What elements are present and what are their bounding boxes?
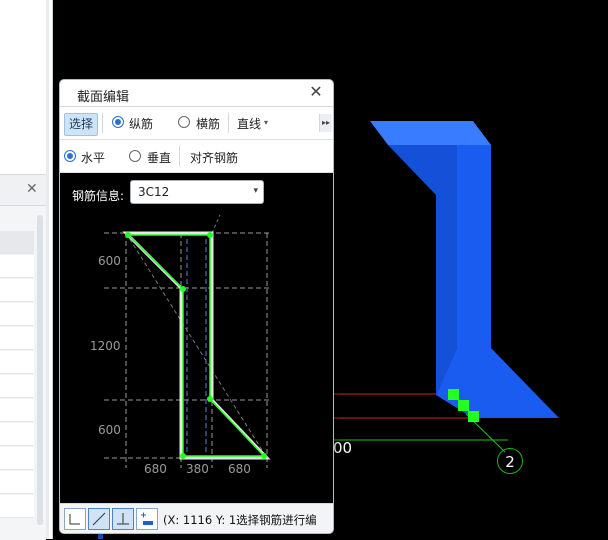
list-item[interactable]	[0, 351, 34, 374]
longitudinal-label: 纵筋	[129, 117, 154, 131]
list-item[interactable]	[0, 399, 34, 422]
horizontal-label: 水平	[81, 151, 106, 165]
list-item[interactable]	[0, 255, 34, 278]
dim-left-middle: 1200	[90, 339, 121, 353]
rebar-marker	[468, 411, 479, 422]
dim-left-top: 600	[98, 254, 121, 268]
rebar-point	[207, 396, 213, 402]
rebar-marker	[458, 400, 469, 411]
transverse-radio[interactable]	[178, 116, 190, 128]
mode-toolbar: 选择 纵筋 横筋 直线 ▾ ▸▸	[60, 107, 333, 140]
rebar-point	[207, 232, 213, 238]
status-bar: (X: 1116 Y: 1选择钢筋进行编	[60, 503, 333, 533]
section-edit-dialog: 截面编辑 ✕ 选择 纵筋 横筋 直线 ▾ ▸▸ 水平 垂直 对齐钢筋 钢筋信息:…	[59, 79, 334, 534]
list-item[interactable]	[0, 423, 34, 446]
select-button[interactable]: 选择	[64, 113, 98, 136]
dim-bottom-right: 680	[228, 462, 251, 476]
vertical-label: 垂直	[147, 151, 172, 165]
properties-panel: ✕	[0, 174, 46, 540]
perpendicular-button[interactable]	[112, 508, 134, 530]
section-drawing[interactable]: 600 1200 600 680 380 680	[60, 173, 333, 503]
line-mode-dropdown[interactable]: 直线 ▾	[235, 114, 277, 134]
diagonal-line-button[interactable]	[88, 508, 110, 530]
viewport-3d[interactable]	[333, 0, 608, 539]
close-icon[interactable]: ✕	[307, 83, 325, 101]
perpendicular-icon	[117, 513, 129, 525]
list-item[interactable]	[0, 495, 34, 518]
beam-inner-face	[388, 145, 457, 395]
axis-label-circle[interactable]: 2	[497, 448, 523, 474]
more-tools-button[interactable]: ▸▸	[319, 114, 332, 132]
dim-left-bottom: 600	[98, 423, 121, 437]
rebar-marker	[448, 389, 459, 400]
section-canvas[interactable]: 钢筋信息: 3C12 ▾ 600 1200 600 680 380 680	[60, 173, 333, 503]
properties-panel-header: ✕	[0, 175, 46, 206]
toolbar-separator	[228, 113, 229, 133]
beam-web-face	[457, 145, 491, 348]
list-item[interactable]	[0, 279, 34, 302]
panel-edge	[46, 0, 49, 539]
rebar-point	[180, 453, 186, 459]
ortho-corner-button[interactable]	[64, 508, 86, 530]
transverse-label: 横筋	[196, 117, 221, 131]
scrollbar[interactable]	[37, 215, 43, 525]
list-item[interactable]	[0, 327, 34, 350]
list-item[interactable]	[0, 303, 34, 326]
close-icon[interactable]: ✕	[26, 181, 38, 197]
horizontal-radio[interactable]	[64, 150, 76, 162]
rebar-point	[125, 232, 131, 238]
rebar-path	[127, 234, 266, 457]
vertical-radio[interactable]	[129, 150, 141, 162]
beam-top-face	[370, 121, 491, 145]
align-toolbar: 水平 垂直 对齐钢筋	[60, 140, 333, 173]
list-item[interactable]	[0, 375, 34, 398]
rebar-point	[180, 286, 186, 292]
list-item[interactable]	[0, 471, 34, 494]
toolbar-separator	[102, 113, 103, 133]
dim-bottom-left: 680	[144, 462, 167, 476]
add-point-icon	[141, 512, 153, 525]
beam-bottom-face	[436, 348, 559, 418]
rebar-point	[261, 453, 267, 459]
chevron-down-icon: ▾	[264, 118, 269, 127]
toolbar-separator	[179, 146, 180, 166]
axis-number-partial: 00	[333, 439, 353, 457]
diagonal-line-icon	[92, 512, 106, 526]
line-mode-label: 直线	[237, 117, 262, 131]
dialog-titlebar[interactable]: 截面编辑 ✕	[60, 80, 333, 107]
add-point-button[interactable]	[136, 508, 158, 530]
list-item[interactable]	[0, 447, 34, 470]
longitudinal-radio[interactable]	[112, 116, 124, 128]
leader-guide	[211, 214, 221, 234]
list-item[interactable]	[0, 231, 34, 254]
coordinates-status: (X: 1116 Y: 1选择钢筋进行编	[163, 513, 317, 527]
align-rebar-button[interactable]: 对齐钢筋	[190, 149, 238, 166]
corner-icon	[69, 514, 80, 525]
dialog-title: 截面编辑	[77, 90, 130, 105]
diagonal-guide	[125, 232, 268, 459]
dim-bottom-middle: 380	[186, 462, 209, 476]
